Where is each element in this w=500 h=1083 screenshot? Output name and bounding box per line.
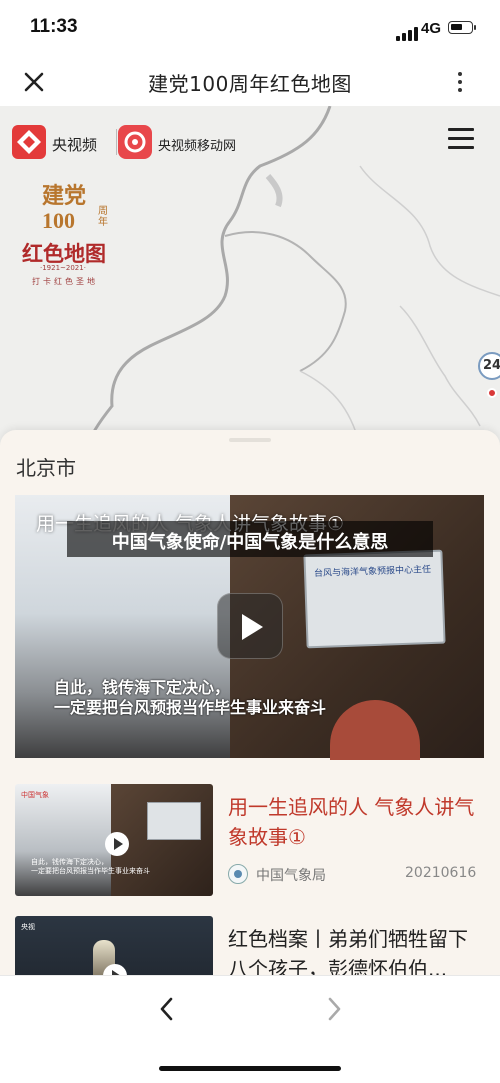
battery-icon	[448, 21, 476, 34]
emblem-subtitle: 打卡红色圣地	[32, 277, 98, 286]
item-title[interactable]: 用一生追风的人 气象人讲气象故事①	[228, 792, 484, 852]
source-logo-icon	[228, 864, 248, 884]
network-type: 4G	[421, 20, 442, 37]
logo-text-mobile: 央视频移动网	[158, 139, 237, 154]
map-pin-dot[interactable]	[487, 388, 497, 398]
caption-overlay: 中国气象使命/中国气象是什么意思	[67, 521, 433, 557]
chevron-left-icon[interactable]	[155, 996, 179, 1022]
play-icon	[242, 614, 263, 640]
emblem-100: 100	[42, 208, 75, 233]
emblem-line1: 建党	[42, 183, 87, 209]
item-date: 20210616	[405, 865, 477, 881]
caption-overlay-text: 中国气象使命/中国气象是什么意思	[111, 532, 389, 553]
video-sign: 台风与海洋气象预报中心主任	[303, 549, 446, 649]
drag-handle[interactable]	[229, 438, 271, 442]
logo-text-yangshipin: 央视频	[52, 136, 98, 154]
thumb-logo: 中国气象	[21, 791, 49, 799]
home-indicator[interactable]	[159, 1066, 341, 1071]
page-title: 建党100周年红色地图	[148, 72, 352, 96]
source-name: 中国气象局	[256, 868, 326, 884]
status-time: 11:33	[30, 16, 78, 37]
list-item[interactable]: 中国气象 自此，钱传海下定决心， 一定要把台风预报当作毕生事业来奋斗 用一生追风…	[15, 784, 485, 896]
red-map-emblem: 建党 100 周年 红色地图 ·1921~2021· 打卡红色圣地	[20, 178, 130, 288]
item-title[interactable]: 红色档案丨弟弟们牺牲留下八个孩子，彭德怀伯伯...	[228, 924, 484, 975]
signal-icon	[396, 22, 420, 41]
video-subtitle-2: 一定要把台风预报当作毕生事业来奋斗	[54, 698, 327, 717]
chevron-right-icon[interactable]	[322, 996, 346, 1022]
emblem-suffix: 周年	[98, 206, 108, 228]
video-sign-text: 台风与海洋气象预报中心主任	[313, 565, 432, 580]
emblem-years: ·1921~2021·	[40, 264, 86, 272]
nav-bar: 建党100周年红色地图	[0, 58, 500, 106]
hamburger-menu-icon[interactable]	[448, 128, 474, 152]
city-name: 北京市	[16, 456, 76, 480]
cctv-logo-icon	[12, 125, 46, 159]
play-button[interactable]	[217, 593, 283, 659]
mobile-logo-icon	[118, 125, 152, 159]
status-bar: 11:33 4G	[0, 0, 500, 58]
logo-divider	[116, 129, 117, 155]
map-pin-cluster[interactable]: 24	[478, 352, 500, 380]
thumb-logo: 央视	[21, 923, 35, 931]
item-thumbnail[interactable]: 央视	[15, 916, 213, 975]
browser-bottom-bar	[0, 975, 500, 1083]
thumb-play-icon	[105, 832, 129, 856]
thumb-subtitle: 自此，钱传海下定决心， 一定要把台风预报当作毕生事业来奋斗	[31, 858, 150, 875]
more-vertical-icon[interactable]	[446, 68, 474, 96]
list-item[interactable]: 央视 红色档案丨弟弟们牺牲留下八个孩子，彭德怀伯伯...	[15, 916, 485, 975]
item-thumbnail[interactable]: 中国气象 自此，钱传海下定决心， 一定要把台风预报当作毕生事业来奋斗	[15, 784, 213, 896]
